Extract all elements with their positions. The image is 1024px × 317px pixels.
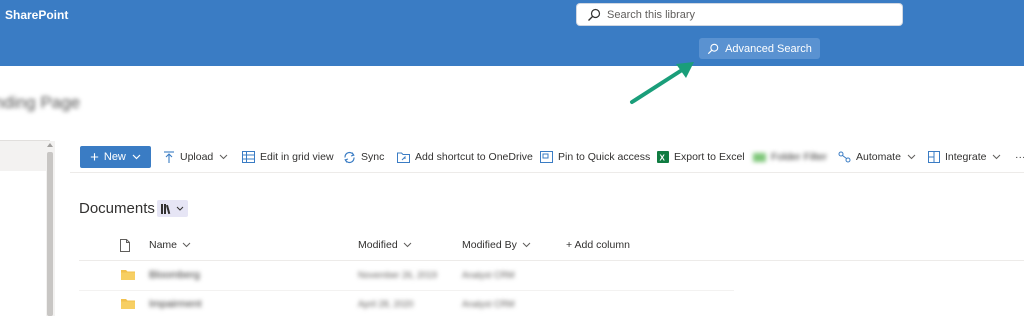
upload-button[interactable]: Upload: [163, 142, 233, 172]
site-title: nding Page: [0, 93, 81, 112]
grid-icon: [242, 151, 255, 163]
sync-button[interactable]: Sync: [343, 142, 384, 172]
folder-filter-label: Folder Filter: [771, 151, 828, 163]
chevron-down-icon: [993, 154, 1001, 160]
new-label: New: [103, 151, 126, 163]
modified-by: Analyst CRM: [462, 299, 515, 309]
add-column-label: + Add column: [566, 239, 630, 251]
file-type-column-header[interactable]: [120, 230, 130, 260]
sync-icon: [344, 151, 355, 163]
chevron-down-icon: [403, 242, 412, 248]
edit-grid-view-button[interactable]: Edit in grid view: [242, 142, 334, 172]
file-name[interactable]: Impairment: [149, 298, 202, 310]
pin-quick-access-label: Pin to Quick access: [558, 151, 651, 163]
modified-date: November 26, 2019: [358, 270, 438, 280]
integrate-label: Integrate: [945, 151, 987, 163]
search-icon: [588, 8, 601, 21]
chevron-down-icon: [176, 206, 184, 211]
advanced-search-button[interactable]: Advanced Search: [699, 38, 820, 59]
suite-bar: SharePoint Search this library Advanced …: [0, 0, 1024, 66]
upload-icon: [164, 150, 174, 163]
upload-label: Upload: [180, 151, 214, 163]
add-shortcut-button[interactable]: Add shortcut to OneDrive: [397, 142, 533, 172]
scroll-up-arrow[interactable]: [47, 143, 53, 147]
modified-by: Analyst CRM: [462, 270, 515, 280]
chevron-down-icon: [132, 154, 141, 160]
name-column-label: Name: [149, 239, 178, 251]
sync-label: Sync: [361, 151, 385, 163]
app-brand[interactable]: SharePoint: [5, 8, 68, 22]
modified-column-header[interactable]: Modified: [358, 230, 412, 260]
library-title: Documents: [79, 200, 155, 217]
automate-button[interactable]: Automate: [838, 142, 921, 172]
new-button[interactable]: + New: [80, 146, 151, 168]
folder-icon: [121, 270, 135, 280]
excel-icon: X: [657, 151, 669, 163]
row-divider: [79, 290, 734, 291]
modified-column-label: Modified: [358, 239, 398, 251]
more-commands-button[interactable]: ···: [1015, 142, 1024, 172]
search-box[interactable]: Search this library: [577, 4, 902, 25]
search-icon: [707, 43, 719, 54]
header-divider: [79, 260, 1024, 261]
integrate-button[interactable]: Integrate: [928, 142, 1006, 172]
edit-grid-view-label: Edit in grid view: [260, 151, 334, 163]
chevron-down-icon: [182, 242, 191, 248]
automate-icon: [838, 151, 851, 163]
search-placeholder: Search this library: [607, 8, 696, 21]
filter-icon: [753, 153, 766, 162]
svg-text:X: X: [660, 154, 666, 163]
annotation-arrow: [630, 62, 694, 104]
view-switcher[interactable]: [157, 200, 188, 217]
modified-by-column-label: Modified By: [462, 239, 517, 251]
folder-icon: [121, 299, 135, 309]
name-column-header[interactable]: Name: [149, 230, 191, 260]
file-name[interactable]: Bloomberg: [149, 269, 200, 281]
document-icon: [120, 238, 130, 252]
advanced-search-label: Advanced Search: [725, 42, 812, 55]
add-column-button[interactable]: + Add column: [566, 230, 630, 260]
plus-icon: +: [90, 148, 99, 166]
pin-icon: [540, 151, 553, 163]
export-excel-label: Export to Excel: [674, 151, 745, 163]
integrate-icon: [928, 151, 940, 163]
left-nav-selected-item[interactable]: [0, 141, 46, 171]
modified-by-column-header[interactable]: Modified By: [462, 230, 531, 260]
export-excel-button[interactable]: X Export to Excel: [657, 142, 745, 172]
chevron-down-icon: [907, 154, 916, 160]
folder-filter-button[interactable]: Folder Filter: [753, 142, 827, 172]
more-icon: ···: [1015, 151, 1024, 163]
library-view-icon: [161, 203, 171, 214]
left-nav: [0, 140, 50, 317]
add-shortcut-label: Add shortcut to OneDrive: [415, 151, 533, 163]
pin-quick-access-button[interactable]: Pin to Quick access: [540, 142, 650, 172]
scrollbar-thumb[interactable]: [47, 152, 53, 316]
automate-label: Automate: [856, 151, 901, 163]
modified-date: April 28, 2020: [358, 299, 414, 309]
chevron-down-icon: [219, 154, 228, 160]
chevron-down-icon: [522, 242, 531, 248]
shortcut-icon: [397, 152, 410, 163]
